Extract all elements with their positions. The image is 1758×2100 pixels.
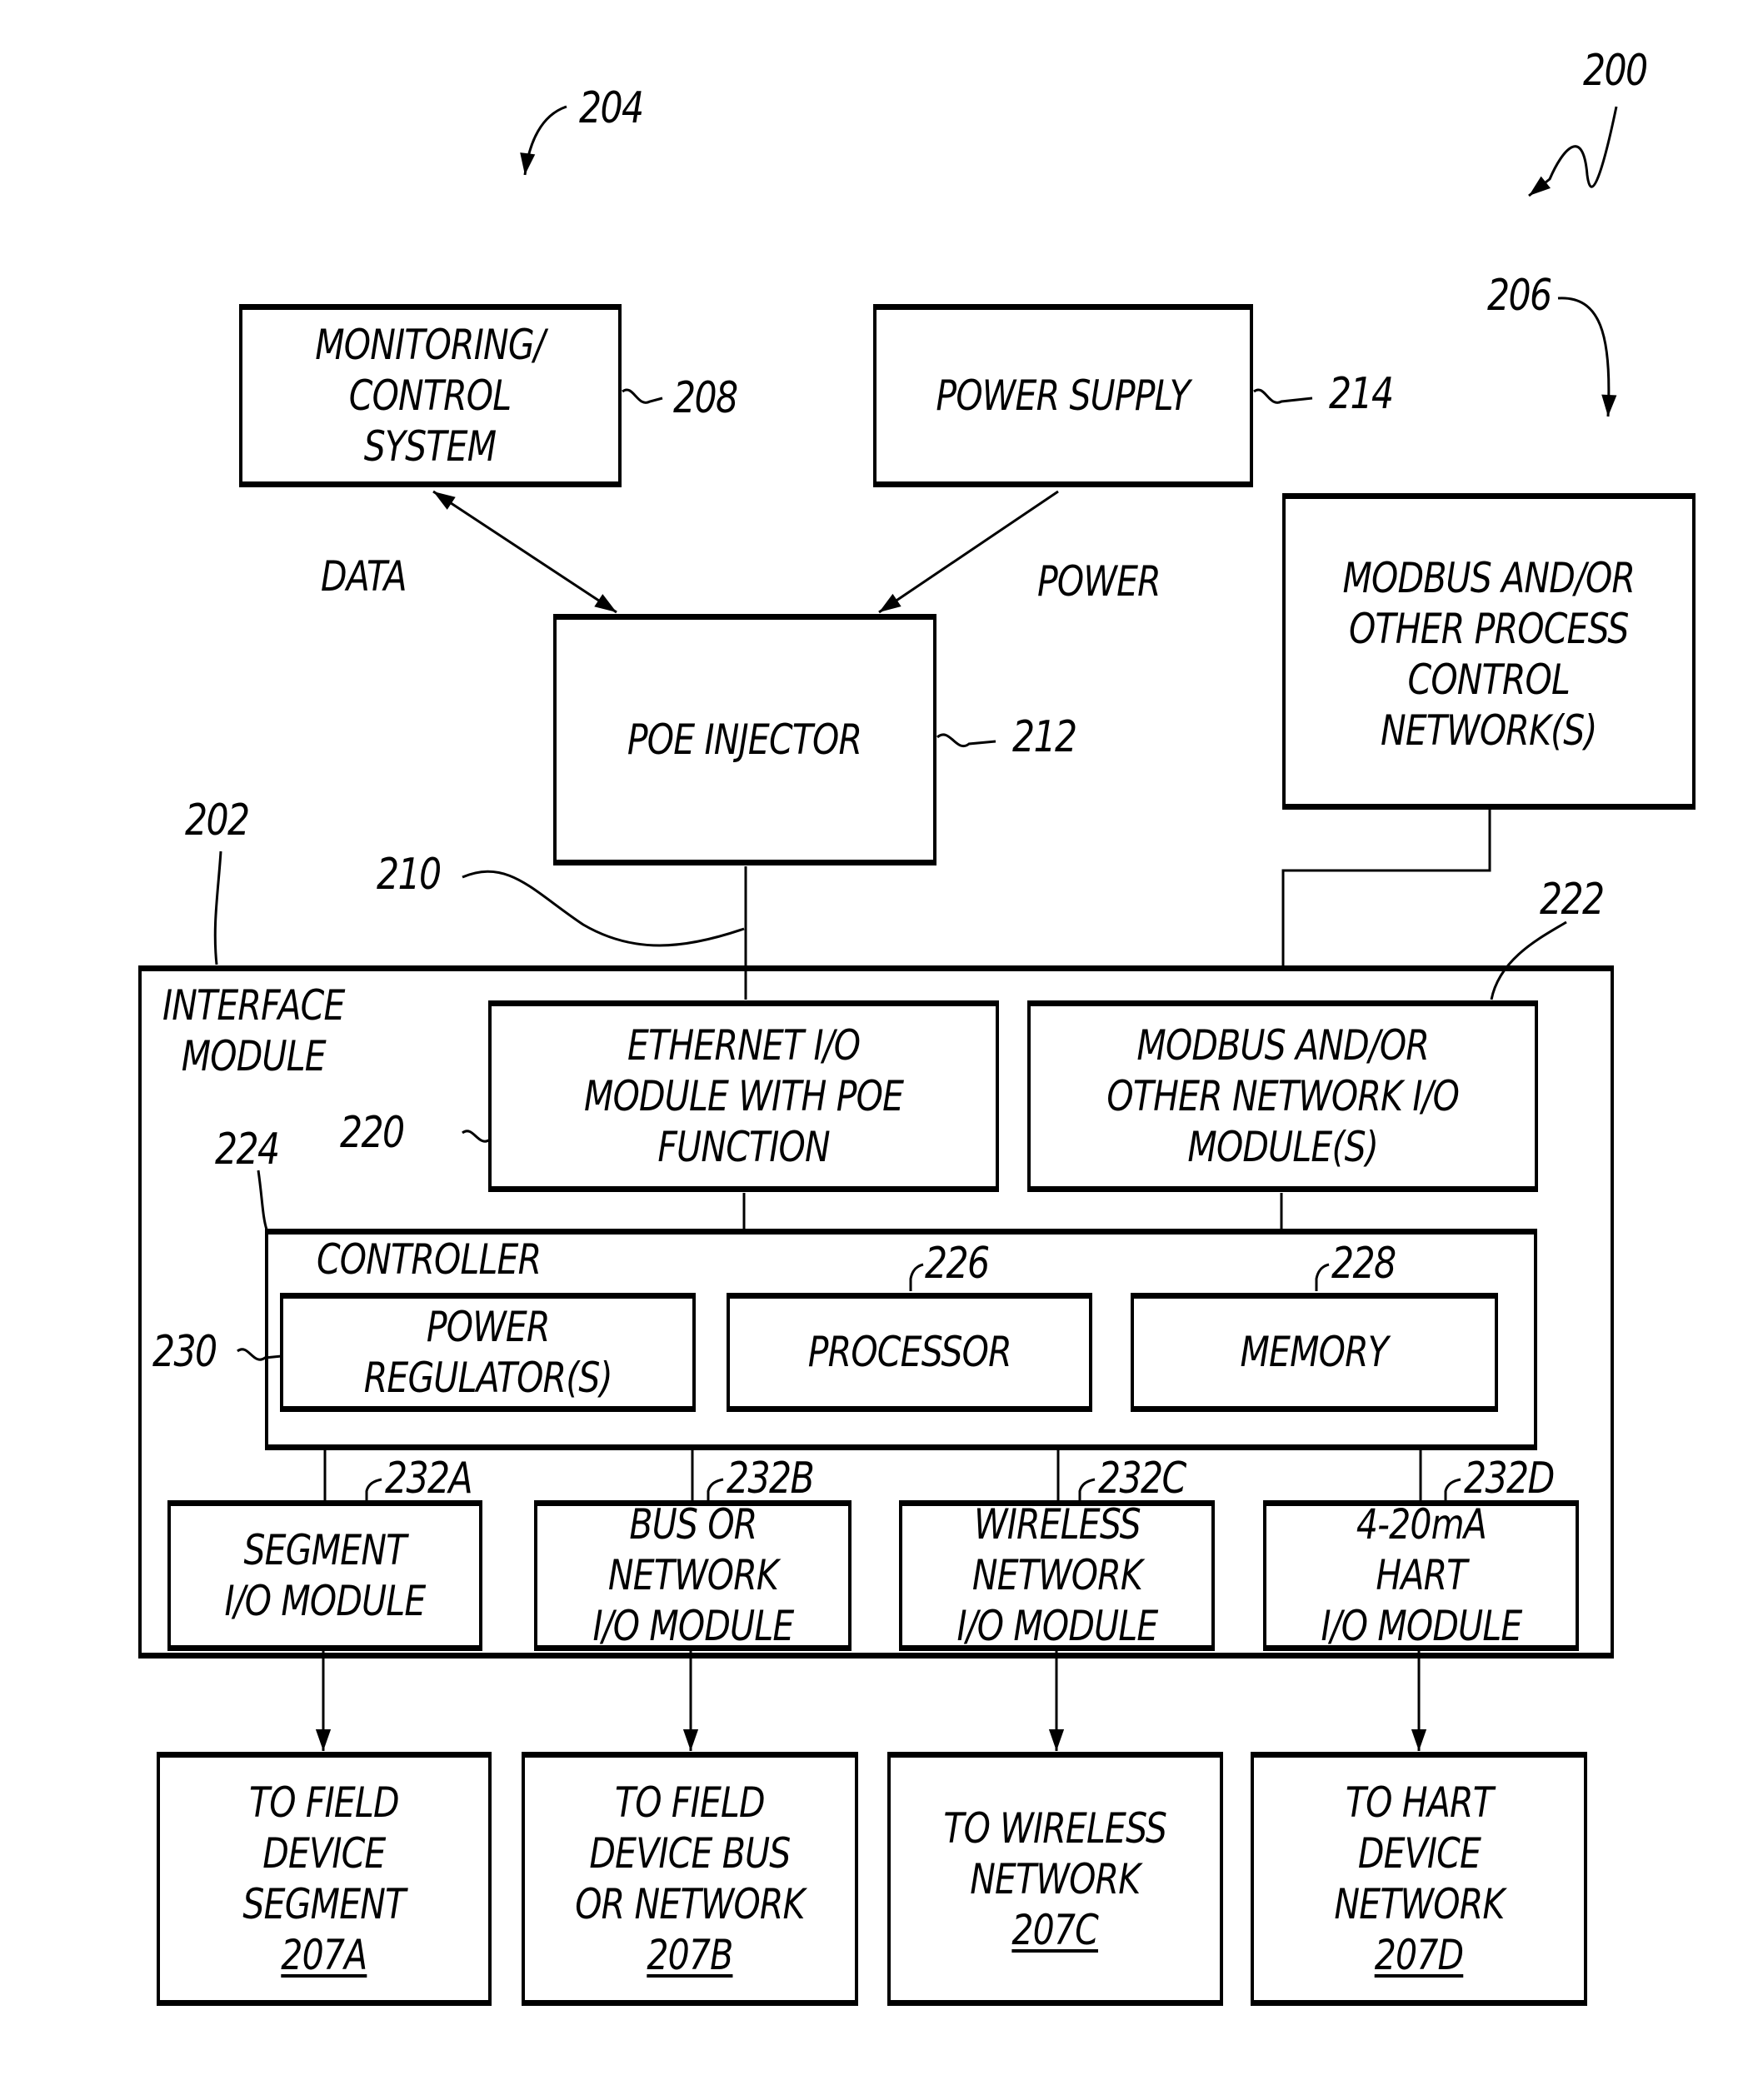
power-supply-label: POWER SUPPLY	[936, 371, 1191, 420]
poe-injector-box: POE INJECTOR	[553, 614, 936, 865]
memory-label: MEMORY	[1240, 1328, 1389, 1376]
ref-202-leader	[213, 850, 222, 965]
destination-box: TO HART DEVICE NETWORK 207D	[1251, 1752, 1587, 2006]
destination-label: TO FIELD DEVICE BUS OR NETWORK	[575, 1778, 805, 1928]
destination-box: TO WIRELESS NETWORK 207C	[887, 1752, 1223, 2006]
io-module-box: 4-20mA HART I/O MODULE	[1263, 1500, 1579, 1651]
memory-box: MEMORY	[1131, 1293, 1498, 1412]
modbus-io-module-label: MODBUS AND/OR OTHER NETWORK I/O MODULE(S…	[1106, 1020, 1459, 1171]
destination-box: TO FIELD DEVICE SEGMENT 207A	[157, 1752, 492, 2006]
power-regulator-label: POWER REGULATOR(S)	[363, 1302, 612, 1402]
processor-label: PROCESSOR	[807, 1328, 1011, 1376]
ref-202: 202	[185, 796, 250, 845]
destination-ref: 207B	[647, 1930, 733, 1979]
power-supply-box: POWER SUPPLY	[873, 304, 1253, 487]
ref-210: 210	[377, 850, 442, 900]
io-module-box: BUS OR NETWORK I/O MODULE	[534, 1500, 852, 1651]
ref-200-arrow	[1528, 106, 1618, 197]
power-arrow	[878, 490, 1059, 614]
modbus-io-module-box: MODBUS AND/OR OTHER NETWORK I/O MODULE(S…	[1027, 1000, 1538, 1192]
ref-210-leader	[462, 870, 745, 947]
destination-label: TO WIRELESS NETWORK	[943, 1804, 1168, 1903]
modbus-network-label: MODBUS AND/OR OTHER PROCESS CONTROL NETW…	[1342, 554, 1636, 755]
ref-204-arrow	[520, 105, 567, 176]
ref-208: 208	[673, 373, 738, 423]
modbus-net-link	[1281, 810, 1491, 966]
modbus-network-box: MODBUS AND/OR OTHER PROCESS CONTROL NETW…	[1282, 493, 1696, 810]
ref-212-leader	[936, 733, 996, 747]
interface-module-label: INTERFACE MODULE	[162, 981, 345, 1080]
monitoring-control-system-label: MONITORING/ CONTROL SYSTEM	[315, 320, 546, 471]
destination-ref: 207A	[281, 1930, 367, 1979]
ref-214-leader	[1253, 388, 1313, 404]
figure-ref-200: 200	[1583, 46, 1648, 96]
processor-box: PROCESSOR	[727, 1293, 1092, 1412]
io-module-box: SEGMENT I/O MODULE	[167, 1500, 482, 1651]
ref-206: 206	[1487, 271, 1552, 321]
ref-222: 222	[1540, 875, 1605, 925]
io-module-label: SEGMENT I/O MODULE	[224, 1525, 426, 1625]
data-arrow	[432, 490, 617, 614]
destination-ref: 207D	[1374, 1930, 1464, 1979]
ref-204: 204	[579, 83, 644, 133]
io-module-label: WIRELESS NETWORK I/O MODULE	[956, 1500, 1158, 1650]
poe-injector-label: POE INJECTOR	[627, 715, 862, 764]
destination-label: TO HART DEVICE NETWORK	[1333, 1778, 1505, 1928]
io-module-label: 4-20mA HART I/O MODULE	[1320, 1500, 1522, 1650]
data-flow-label: DATA	[321, 552, 407, 601]
ref-214: 214	[1329, 369, 1394, 419]
ethernet-io-module-label: ETHERNET I/O MODULE WITH POE FUNCTION	[583, 1020, 904, 1171]
ref-208-leader	[622, 388, 663, 404]
ref-212: 212	[1012, 712, 1077, 762]
ethernet-io-module-box: ETHERNET I/O MODULE WITH POE FUNCTION	[488, 1000, 999, 1192]
destination-label: TO FIELD DEVICE SEGMENT	[242, 1778, 407, 1928]
power-flow-label: POWER	[1037, 557, 1161, 606]
controller-label: CONTROLLER	[317, 1235, 542, 1284]
destination-ref: 207C	[1011, 1906, 1099, 1954]
destination-box: TO FIELD DEVICE BUS OR NETWORK 207B	[522, 1752, 858, 2006]
io-module-label: BUS OR NETWORK I/O MODULE	[592, 1500, 794, 1650]
io-module-box: WIRELESS NETWORK I/O MODULE	[899, 1500, 1215, 1651]
power-regulator-box: POWER REGULATOR(S)	[280, 1293, 696, 1412]
ref-206-arrow	[1557, 297, 1617, 417]
monitoring-control-system-box: MONITORING/ CONTROL SYSTEM	[239, 304, 622, 487]
